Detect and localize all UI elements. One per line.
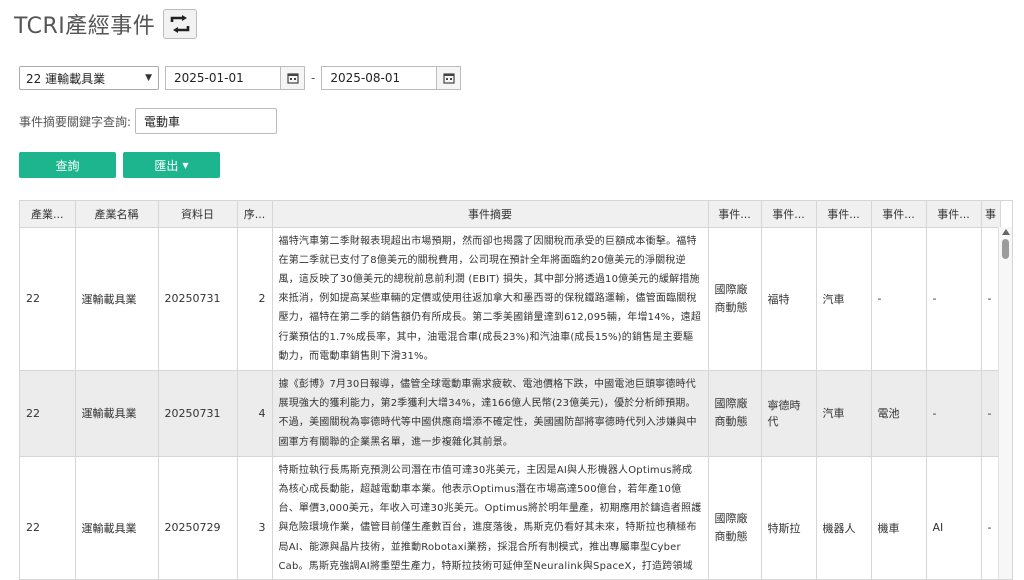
cell-event-type: 國際廠商動態 <box>708 456 762 579</box>
col-header[interactable]: 資料日 <box>158 201 238 228</box>
scroll-thumb[interactable] <box>1002 239 1009 259</box>
col-header[interactable]: 序... <box>237 201 273 228</box>
cell-product: 機器人 <box>816 456 872 579</box>
col-header[interactable]: 事件... <box>816 201 872 228</box>
cell-code: 22 <box>20 370 76 457</box>
date-to-calendar-button[interactable] <box>437 66 462 90</box>
events-grid: 產業... 產業名稱 資料日 序... 事件摘要 事件... 事件... 事件.… <box>20 201 1001 579</box>
date-separator: - <box>311 71 316 85</box>
date-to-input[interactable] <box>321 66 438 90</box>
industry-select-value: 22 運輸載具業 <box>26 71 106 86</box>
cell-code: 22 <box>20 227 76 371</box>
cell-code: 22 <box>20 456 76 579</box>
industry-select[interactable]: 22 運輸載具業 ▼ <box>19 66 159 90</box>
date-from-calendar-button[interactable] <box>281 66 305 90</box>
keyword-label: 事件摘要關鍵字查詢: <box>19 114 132 129</box>
table-header-row: 產業... 產業名稱 資料日 序... 事件摘要 事件... 事件... 事件.… <box>20 201 1001 228</box>
cell-seq: 2 <box>237 227 273 371</box>
cell-tag: AI <box>926 456 982 579</box>
col-header[interactable]: 產業名稱 <box>75 201 159 228</box>
dropdown-arrow-icon: ▼ <box>145 73 152 83</box>
date-from-input[interactable] <box>165 66 281 90</box>
cell-industry: 運輸載具業 <box>75 456 159 579</box>
col-header[interactable]: 事件... <box>926 201 982 228</box>
cell-industry: 運輸載具業 <box>75 227 159 371</box>
caret-down-icon: ▼ <box>182 160 189 170</box>
cell-industry: 運輸載具業 <box>75 370 159 457</box>
refresh-button[interactable] <box>163 9 198 39</box>
keyword-input[interactable] <box>135 108 278 134</box>
cell-summary: 福特汽車第二季財報表現超出市場預期，然而卻也揭露了因關稅而承受的巨額成本衝擊。福… <box>272 227 709 371</box>
cell-seq: 4 <box>237 370 273 457</box>
cell-event-type: 國際廠商動態 <box>708 370 762 457</box>
action-buttons: 查詢 匯出 ▼ <box>19 152 220 178</box>
table-row[interactable]: 22 運輸載具業 20250731 4 據《彭博》7月30日報導，儘管全球電動車… <box>20 370 1001 457</box>
col-header[interactable]: 事件... <box>761 201 817 228</box>
filter-row: 22 運輸載具業 ▼ - <box>19 66 462 90</box>
scroll-up-arrow-icon[interactable] <box>1002 229 1010 235</box>
calendar-icon <box>286 73 299 84</box>
cell-event-type: 國際廠商動態 <box>708 227 762 371</box>
cell-company: 特斯拉 <box>761 456 817 579</box>
col-header[interactable]: 事件... <box>708 201 762 228</box>
cell-date: 20250729 <box>158 456 238 579</box>
cell-product: 汽車 <box>816 227 872 371</box>
calendar-icon <box>443 73 455 84</box>
vertical-scrollbar[interactable] <box>998 227 1012 579</box>
cell-tag: - <box>871 227 927 371</box>
cell-tag: - <box>926 370 982 457</box>
cell-tag: 機車 <box>871 456 927 579</box>
col-header[interactable]: 事件... <box>871 201 927 228</box>
export-button[interactable]: 匯出 ▼ <box>123 152 220 178</box>
export-button-label: 匯出 <box>154 158 179 173</box>
keyword-row: 事件摘要關鍵字查詢: <box>19 108 278 134</box>
col-header[interactable]: 事件摘要 <box>272 201 709 228</box>
col-header[interactable]: 產業... <box>20 201 76 228</box>
cell-date: 20250731 <box>158 227 238 371</box>
cell-summary: 據《彭博》7月30日報導，儘管全球電動車需求疲軟、電池價格下跌，中國電池巨頭寧德… <box>272 370 709 457</box>
title-row: TCRI產經事件 <box>14 6 198 42</box>
col-header[interactable]: 事 <box>981 201 1001 228</box>
cell-date: 20250731 <box>158 370 238 457</box>
query-button[interactable]: 查詢 <box>19 152 116 178</box>
cell-company: 福特 <box>761 227 817 371</box>
cell-summary: 特斯拉執行長馬斯克預測公司潛在市值可達30兆美元，主因是AI與人形機器人Opti… <box>272 456 709 579</box>
page-title: TCRI產經事件 <box>14 14 156 39</box>
cell-product: 汽車 <box>816 370 872 457</box>
events-table: 產業... 產業名稱 資料日 序... 事件摘要 事件... 事件... 事件.… <box>19 200 1013 580</box>
cell-company: 寧德時代 <box>761 370 817 457</box>
cell-tag: 電池 <box>871 370 927 457</box>
table-row[interactable]: 22 運輸載具業 20250731 2 福特汽車第二季財報表現超出市場預期，然而… <box>20 227 1001 371</box>
cell-seq: 3 <box>237 456 273 579</box>
table-row[interactable]: 22 運輸載具業 20250729 3 特斯拉執行長馬斯克預測公司潛在市值可達3… <box>20 456 1001 579</box>
refresh-arrows-icon <box>170 15 190 33</box>
cell-tag: - <box>926 227 982 371</box>
